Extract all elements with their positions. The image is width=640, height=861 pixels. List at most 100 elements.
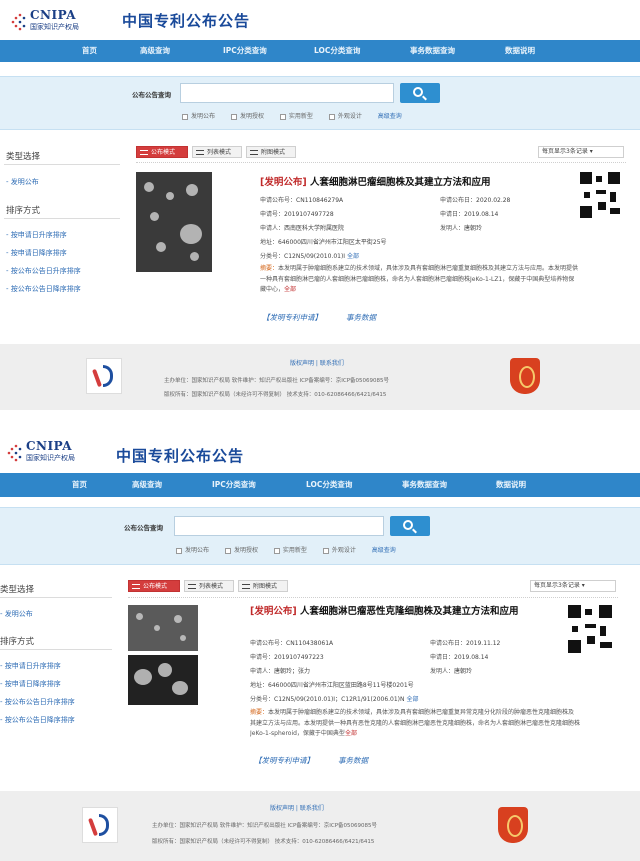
nav-home[interactable]: 首页 (82, 45, 97, 56)
sort-appdate-desc[interactable]: - 按申请日降序排序 (6, 248, 67, 258)
sort-appdate-asc[interactable]: - 按申请日升序排序 (6, 230, 67, 240)
org-name: 国家知识产权局 (26, 454, 75, 462)
search-input[interactable] (180, 83, 394, 103)
screenshot-panel-2: CNIPA 国家知识产权局 中国专利公布公告 首页 高级查询 IPC分类查询 L… (0, 425, 640, 861)
nav-data-notes[interactable]: 数据说明 (496, 479, 526, 490)
gov-site-badge-icon[interactable] (498, 807, 528, 843)
field-app-date: 申请日：2019.08.14 (440, 211, 499, 218)
nav-ipc-search[interactable]: IPC分类查询 (212, 479, 256, 490)
site-footer: 版权声明 | 联系我们 主办单位：国家知识产权局 软件维护：知识产权出版社 IC… (0, 344, 640, 410)
type-heading: 类型选择 (0, 585, 35, 595)
footer-links[interactable]: 版权声明 | 联系我们 (270, 803, 324, 812)
list-icon (188, 584, 196, 589)
footer-line-1: 主办单位：国家知识产权局 软件维护：知识产权出版社 ICP备案编号：京ICP备0… (164, 378, 390, 384)
nav-loc-search[interactable]: LOC分类查询 (306, 479, 352, 490)
record-title[interactable]: [发明公布] 人套细胞淋巴瘤细胞株及其建立方法和应用 (260, 176, 560, 189)
nav-loc-search[interactable]: LOC分类查询 (314, 45, 360, 56)
sort-pubdate-asc[interactable]: - 按公布公告日升序排序 (6, 266, 81, 276)
search-area: 公布公告查询 发明公布 发明授权 实用新型 外观设计 高级查询 (0, 507, 640, 565)
tab-list-mode[interactable]: 列表模式 (192, 146, 242, 158)
org-name: 国家知识产权局 (30, 23, 79, 31)
filter-invention-publication[interactable]: 发明公布 (176, 547, 209, 554)
filter-invention-grant[interactable]: 发明授权 (224, 547, 258, 554)
type-link-invention[interactable]: - 发明公布 (0, 609, 33, 619)
field-app-date: 申请日：2019.08.14 (430, 654, 489, 661)
footer-logo-icon (82, 807, 118, 843)
cell-image (186, 184, 198, 196)
type-heading: 类型选择 (6, 152, 41, 162)
patent-drawing-thumbnail[interactable] (128, 655, 198, 705)
transaction-data-link[interactable]: 事务数据 (338, 756, 368, 765)
patent-application-link[interactable]: 【发明专利申请】 (262, 313, 322, 322)
expand-abstract-link[interactable]: 全部 (345, 730, 357, 737)
footer-links[interactable]: 版权声明 | 联系我们 (290, 358, 344, 367)
search-button[interactable] (390, 516, 430, 536)
filter-invention-grant[interactable]: 发明授权 (230, 113, 264, 120)
footer-line-2: 版权所有：国家知识产权局（未经许可不得复制） 技术支持：010-62086466… (152, 839, 375, 845)
cnipa-logo[interactable]: CNIPA 国家知识产权局 (4, 439, 94, 465)
filter-design[interactable]: 外观设计 (328, 113, 362, 120)
sort-appdate-desc[interactable]: - 按申请日降序排序 (0, 679, 61, 689)
cell-image (174, 615, 182, 623)
field-classification: 分类号：C12N5/09(2010.01)I；C12R1/91(2006.01)… (250, 696, 419, 703)
cell-image (180, 224, 202, 244)
field-inventor: 发明人：唐朝玲 (430, 668, 473, 675)
search-input[interactable] (174, 516, 384, 536)
advanced-search-link[interactable]: 高级查询 (372, 547, 396, 554)
nav-advanced-search[interactable]: 高级查询 (140, 45, 170, 56)
cell-image (190, 252, 199, 261)
per-page-select[interactable]: 每页显示3条记录 ▾ (538, 146, 624, 158)
tab-publication-mode[interactable]: 公布模式 (136, 146, 188, 158)
patent-drawing-thumbnail[interactable] (128, 605, 198, 651)
filter-checkboxes: 发明公布 发明授权 实用新型 外观设计 高级查询 (176, 545, 410, 554)
nav-ipc-search[interactable]: IPC分类查询 (223, 45, 267, 56)
footer-line-1: 主办单位：国家知识产权局 软件维护：知识产权出版社 ICP备案编号：京ICP备0… (152, 823, 378, 829)
field-classification: 分类号：C12N5/09(2010.01)I 全部 (260, 253, 360, 260)
filter-design[interactable]: 外观设计 (322, 547, 356, 554)
cell-image (134, 669, 152, 685)
cell-image (154, 625, 160, 631)
brand-name: CNIPA (26, 439, 73, 453)
tab-list-mode[interactable]: 列表模式 (184, 580, 234, 592)
tab-drawing-mode[interactable]: 附图模式 (246, 146, 296, 158)
nav-advanced-search[interactable]: 高级查询 (132, 479, 162, 490)
list-icon (140, 150, 148, 155)
nav-transaction-search[interactable]: 事务数据查询 (410, 45, 455, 56)
sort-heading: 排序方式 (0, 637, 35, 647)
gov-site-badge-icon[interactable] (510, 358, 540, 394)
patent-drawing-thumbnail[interactable] (136, 172, 212, 272)
cell-image (144, 182, 154, 192)
field-pub-date: 申请公布日：2020.02.28 (440, 197, 511, 204)
type-link-invention[interactable]: - 发明公布 (6, 177, 39, 187)
search-label: 公布公告查询 (124, 524, 163, 532)
nav-transaction-search[interactable]: 事务数据查询 (402, 479, 447, 490)
cnipa-emblem-icon (11, 13, 26, 31)
qr-code-icon (580, 172, 620, 218)
nav-home[interactable]: 首页 (72, 479, 87, 490)
transaction-data-link[interactable]: 事务数据 (346, 313, 376, 322)
tab-drawing-mode[interactable]: 附图模式 (238, 580, 288, 592)
expand-abstract-link[interactable]: 全部 (284, 286, 296, 293)
filter-invention-publication[interactable]: 发明公布 (182, 113, 215, 120)
record-title[interactable]: [发明公布] 人套细胞淋巴瘤恶性克隆细胞株及其建立方法和应用 (250, 605, 562, 618)
search-button[interactable] (400, 83, 440, 103)
sort-pubdate-desc[interactable]: - 按公布公告日降序排序 (0, 715, 75, 725)
sort-appdate-asc[interactable]: - 按申请日升序排序 (0, 661, 61, 671)
field-pub-no: 申请公布号：CN110846279A (260, 197, 344, 204)
divider (4, 164, 120, 165)
patent-application-link[interactable]: 【发明专利申请】 (254, 756, 314, 765)
filter-utility-model[interactable]: 实用新型 (273, 547, 307, 554)
sort-pubdate-asc[interactable]: - 按公布公告日升序排序 (0, 697, 75, 707)
site-header: CNIPA 国家知识产权局 中国专利公布公告 (0, 0, 640, 40)
filter-utility-model[interactable]: 实用新型 (279, 113, 313, 120)
per-page-select[interactable]: 每页显示3条记录 ▾ (530, 580, 616, 592)
main-nav: 首页 高级查询 IPC分类查询 LOC分类查询 事务数据查询 数据说明 (0, 40, 640, 62)
search-label: 公布公告查询 (132, 91, 171, 99)
cell-image (158, 663, 172, 677)
nav-data-notes[interactable]: 数据说明 (505, 45, 535, 56)
footer-line-2: 版权所有：国家知识产权局（未经许可不得复制） 技术支持：010-62086466… (164, 392, 387, 398)
advanced-search-link[interactable]: 高级查询 (378, 113, 402, 120)
sort-pubdate-desc[interactable]: - 按公布公告日降序排序 (6, 284, 81, 294)
tab-publication-mode[interactable]: 公布模式 (128, 580, 180, 592)
cnipa-logo[interactable]: CNIPA 国家知识产权局 (8, 8, 98, 34)
